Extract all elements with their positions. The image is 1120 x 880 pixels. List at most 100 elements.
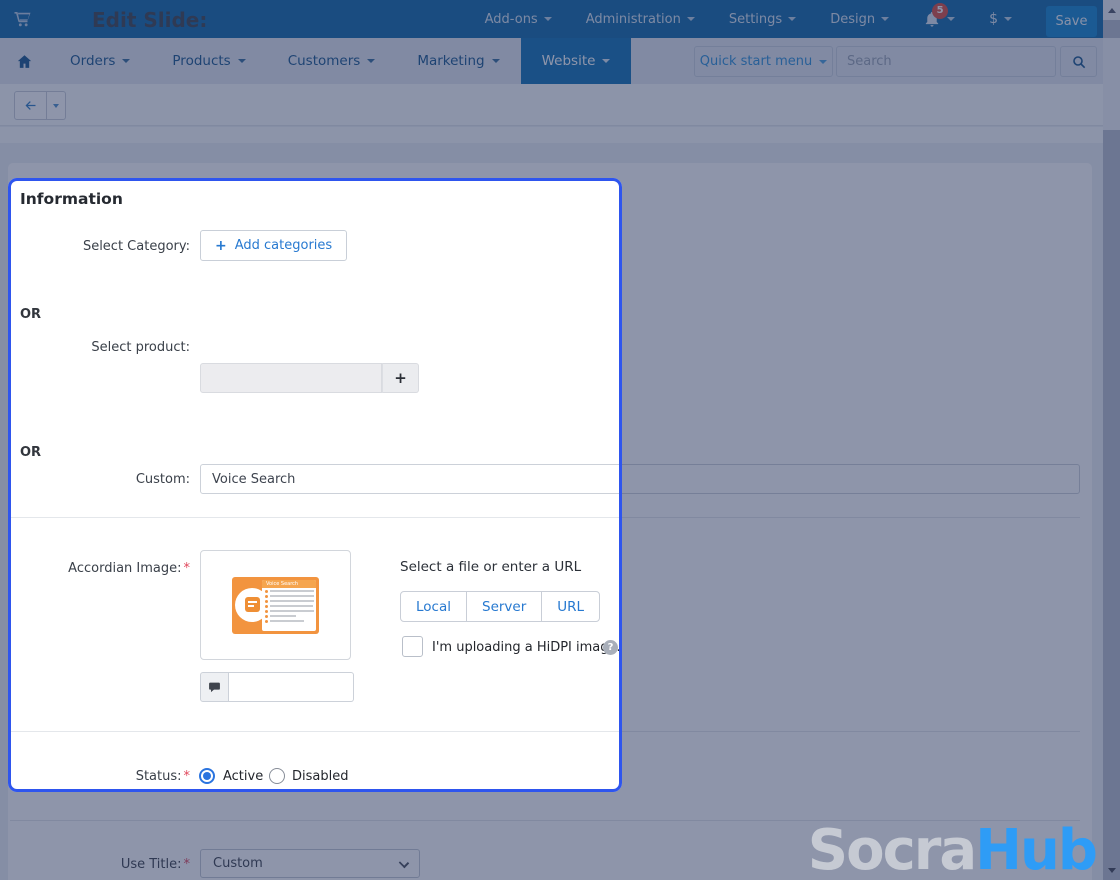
accordian-image-label-text: Accordian Image: <box>68 561 182 576</box>
currency-label: $ <box>989 11 998 27</box>
chevron-down-icon <box>367 59 376 63</box>
tab-server[interactable]: Server <box>466 591 543 622</box>
menu-administration-label: Administration <box>585 11 681 27</box>
search-input[interactable] <box>836 46 1056 77</box>
status-radio-disabled[interactable] <box>269 768 285 784</box>
help-icon[interactable]: ? <box>603 640 618 655</box>
plus-icon: + <box>215 237 227 254</box>
nav-item-orders[interactable]: Orders <box>49 38 151 84</box>
chevron-down-icon <box>819 59 828 64</box>
status-active-label: Active <box>223 769 264 784</box>
slide-thumbnail: Voice Search <box>232 576 319 634</box>
chevron-down-icon <box>686 17 695 21</box>
hidpi-checkbox[interactable] <box>402 636 423 657</box>
watermark-part2: Hub <box>975 818 1098 880</box>
notifications-button[interactable]: 5 <box>923 3 956 28</box>
back-button-group <box>14 91 66 120</box>
use-title-value: Custom <box>213 856 263 871</box>
file-prompt: Select a file or enter a URL <box>400 559 582 575</box>
arrow-up-icon <box>1107 7 1116 13</box>
use-title-label-text: Use Title: <box>120 857 182 872</box>
menu-design-label: Design <box>830 11 876 27</box>
image-alt-input[interactable] <box>229 672 354 702</box>
use-title-label: Use Title: * <box>0 857 190 872</box>
product-input[interactable] <box>200 363 382 393</box>
search-icon <box>1072 55 1085 68</box>
home-icon[interactable] <box>0 38 49 84</box>
currency-menu[interactable]: $ <box>989 11 1012 27</box>
nav-item-customers-label: Customers <box>287 53 361 69</box>
required-mark: * <box>183 857 191 872</box>
scrollbar-down-button[interactable] <box>1103 860 1120 880</box>
cart-icon[interactable] <box>12 9 32 29</box>
hidpi-label: I'm uploading a HiDPI image. <box>432 640 621 655</box>
add-categories-button[interactable]: + Add categories <box>200 230 348 261</box>
divider <box>10 731 1080 732</box>
thumbnail-title: Voice Search <box>262 579 316 588</box>
nav-item-marketing[interactable]: Marketing <box>396 38 520 84</box>
arrow-left-icon <box>25 101 36 110</box>
speech-bubble-icon <box>209 682 220 692</box>
accordian-image-label: Accordian Image: * <box>0 561 190 576</box>
nav-item-website-active[interactable]: Website <box>520 38 632 84</box>
plus-icon: + <box>394 369 407 387</box>
chevron-down-icon <box>602 59 611 63</box>
menu-design[interactable]: Design <box>830 11 890 27</box>
image-preview-box: Voice Search <box>200 550 351 660</box>
main-navbar: Orders Products Customers Marketing Webs… <box>0 38 1103 84</box>
menu-settings[interactable]: Settings <box>728 11 797 27</box>
save-button[interactable]: Save <box>1046 6 1097 37</box>
scrollbar-track[interactable] <box>1103 0 1120 880</box>
tab-url[interactable]: URL <box>541 591 601 622</box>
document-icon <box>244 597 260 612</box>
notification-badge: 5 <box>932 3 949 19</box>
arrow-down-icon <box>1107 867 1116 873</box>
watermark: SocraHub <box>808 818 1098 880</box>
required-mark: * <box>183 769 191 784</box>
chevron-down-icon <box>122 59 131 63</box>
back-dropdown-button[interactable] <box>47 91 66 120</box>
nav-item-customers[interactable]: Customers <box>267 38 397 84</box>
status-disabled-label: Disabled <box>292 769 349 784</box>
menu-addons-label: Add-ons <box>484 11 538 27</box>
use-title-select[interactable]: Custom <box>200 849 420 878</box>
add-categories-label: Add categories <box>234 238 333 253</box>
nav-item-website-label: Website <box>541 53 596 69</box>
product-picker: + <box>200 363 419 393</box>
or-separator-1: OR <box>20 307 42 322</box>
menu-addons[interactable]: Add-ons <box>485 12 552 27</box>
header-substrip <box>0 127 1103 143</box>
comment-addon <box>200 672 229 702</box>
scrollbar-thumb[interactable] <box>1103 38 1120 130</box>
nav-item-products-label: Products <box>172 53 231 69</box>
scrollbar-up-button[interactable] <box>1103 0 1120 20</box>
status-label-text: Status: <box>135 769 182 784</box>
divider <box>10 517 1080 518</box>
required-mark: * <box>183 561 191 576</box>
tab-local[interactable]: Local <box>400 591 467 622</box>
image-alt-group <box>200 672 354 702</box>
chevron-down-icon <box>491 59 500 63</box>
chevron-down-icon <box>237 59 246 63</box>
quick-start-menu-label: Quick start menu <box>699 54 813 69</box>
thumbnail-content: Voice Search <box>262 579 316 631</box>
search-button[interactable] <box>1060 46 1097 77</box>
back-button[interactable] <box>14 91 47 120</box>
quick-start-menu-button[interactable]: Quick start menu <box>694 46 833 77</box>
menu-administration[interactable]: Administration <box>586 12 695 27</box>
select-category-label: Select Category: <box>82 239 190 254</box>
nav-item-marketing-label: Marketing <box>417 53 485 69</box>
status-radio-active[interactable] <box>199 768 215 784</box>
select-product-label: Select product: <box>91 340 190 355</box>
chevron-down-icon <box>881 17 890 21</box>
chevron-down-icon <box>543 17 552 21</box>
file-source-tabs: Local Server URL <box>400 591 601 622</box>
menu-settings-label: Settings <box>728 11 783 27</box>
custom-input[interactable] <box>200 464 1080 494</box>
custom-label: Custom: <box>135 472 190 487</box>
chevron-down-icon <box>1004 17 1012 21</box>
nav-item-products[interactable]: Products <box>151 38 266 84</box>
chevron-down-icon <box>788 17 797 21</box>
or-separator-2: OR <box>20 445 42 460</box>
add-product-button[interactable]: + <box>382 363 419 393</box>
